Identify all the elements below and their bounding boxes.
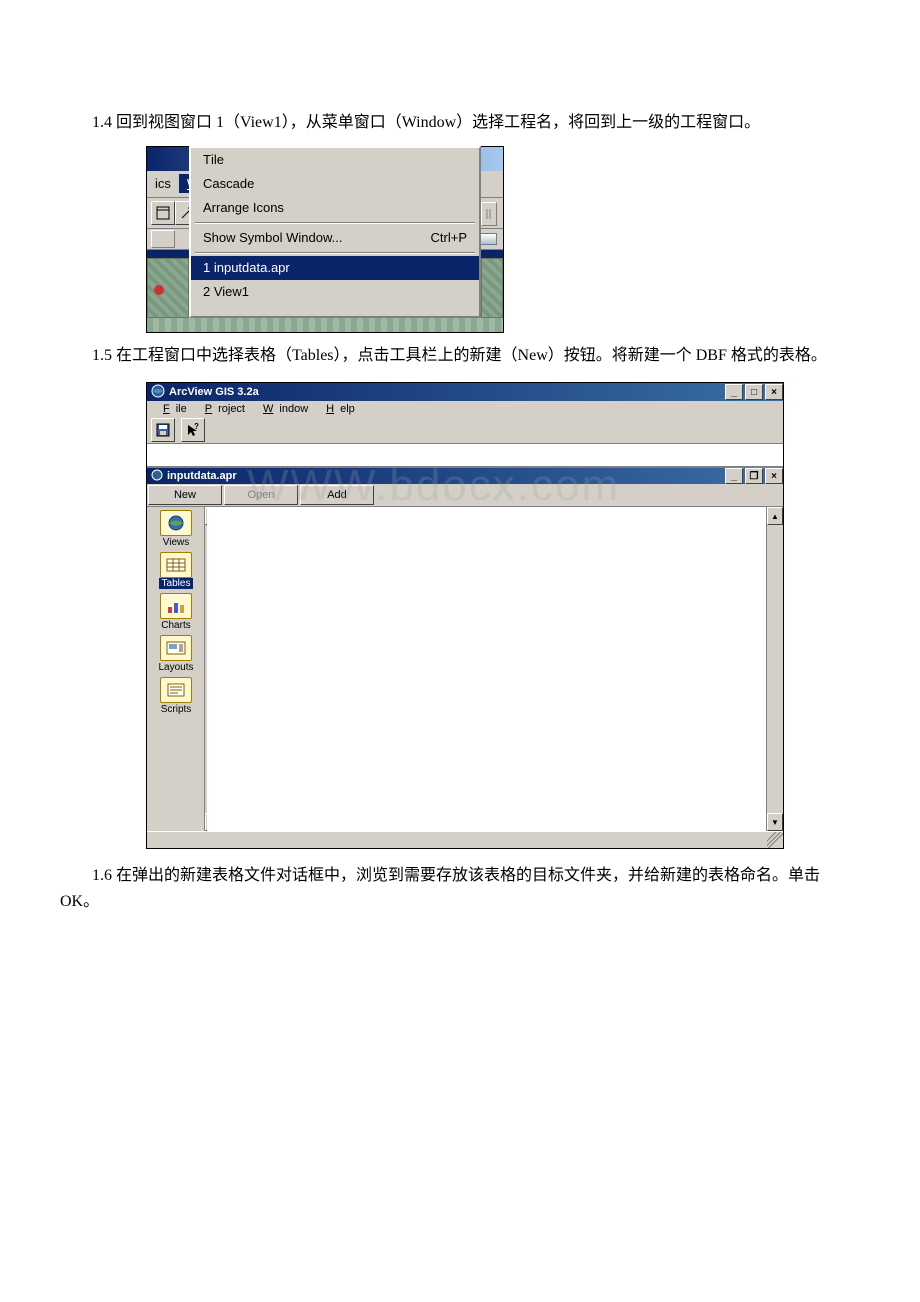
paragraph-1-6: 1.6 在弹出的新建表格文件对话框中，浏览到需要存放该表格的目标文件夹，并给新建… bbox=[60, 863, 860, 914]
project-restore-button[interactable]: ❐ bbox=[745, 468, 763, 484]
project-close-button[interactable]: × bbox=[765, 468, 783, 484]
tables-icon bbox=[160, 552, 192, 578]
scroll-up-icon[interactable]: ▲ bbox=[767, 507, 783, 525]
maximize-button[interactable]: □ bbox=[745, 384, 763, 400]
menu-file[interactable]: FileFile bbox=[151, 402, 193, 416]
menu-item-project[interactable]: 1 inputdata.apr1 inputdata.apr bbox=[191, 256, 479, 280]
toolbar-grip-icon[interactable] bbox=[481, 202, 497, 226]
project-minimize-button[interactable]: _ bbox=[725, 468, 743, 484]
add-button[interactable]: Add bbox=[300, 485, 374, 505]
sidebar-item-tables[interactable]: Tables bbox=[151, 551, 201, 590]
app-menubar: FileFile ProjectProject WindowWindow Hel… bbox=[147, 401, 783, 417]
new-button[interactable]: New bbox=[148, 485, 222, 505]
open-button[interactable]: Open bbox=[224, 485, 298, 505]
project-content-area: ▲ ▼ bbox=[207, 507, 783, 831]
menu-item-view1[interactable]: 2 View12 View1 bbox=[191, 280, 479, 304]
project-icon bbox=[151, 469, 163, 484]
project-window: inputdata.apr _ ❐ × New Open Add bbox=[147, 467, 783, 831]
toolbar-row2-button[interactable] bbox=[151, 230, 175, 248]
paragraph-1-5: 1.5 在工程窗口中选择表格（Tables），点击工具栏上的新建（New）按钮。… bbox=[60, 343, 860, 369]
scripts-icon bbox=[160, 677, 192, 703]
menu-shortcut: Ctrl+P bbox=[411, 230, 467, 245]
paragraph-1-4: 1.4 回到视图窗口 1（View1），从菜单窗口（Window）选择工程名，将… bbox=[60, 110, 860, 136]
close-button[interactable]: × bbox=[765, 384, 783, 400]
outer-titlebar: ArcView GIS 3.2a _ □ × bbox=[147, 383, 783, 401]
sidebar-label: Views bbox=[163, 536, 190, 548]
menu-item-tile[interactable]: TileTile bbox=[191, 148, 479, 172]
blank-toolbar-area bbox=[147, 444, 783, 467]
map-strip-bottom bbox=[147, 318, 503, 332]
menu-window[interactable]: WindowWindow bbox=[251, 402, 314, 416]
resize-grip-icon[interactable] bbox=[767, 832, 783, 848]
toolbar-button-1[interactable] bbox=[151, 201, 175, 225]
window-dropdown-menu: TileTile CascadeCascade Arrange IconsArr… bbox=[189, 146, 481, 318]
minimize-button[interactable]: _ bbox=[725, 384, 743, 400]
menu-help[interactable]: HelpHelp bbox=[314, 402, 361, 416]
sidebar-label: Scripts bbox=[161, 703, 192, 715]
status-bar bbox=[147, 831, 783, 848]
app-icon bbox=[151, 384, 165, 401]
map-strip-left bbox=[147, 258, 189, 318]
sidebar-item-scripts[interactable]: Scripts bbox=[151, 676, 201, 716]
menu-project[interactable]: ProjectProject bbox=[193, 402, 251, 416]
project-sidebar: Views Tables Charts bbox=[147, 507, 207, 831]
menu-item-cascade[interactable]: CascadeCascade bbox=[191, 172, 479, 196]
menu-item-arrange-icons[interactable]: Arrange IconsArrange Icons bbox=[191, 196, 479, 220]
save-button[interactable] bbox=[151, 418, 175, 442]
sidebar-label: Charts bbox=[161, 619, 190, 631]
app-title: ArcView GIS 3.2a bbox=[165, 386, 259, 398]
scroll-down-icon[interactable]: ▼ bbox=[767, 813, 783, 831]
menubar-fragment: ics bbox=[155, 176, 171, 191]
project-button-row: New Open Add bbox=[147, 484, 783, 507]
sidebar-label: Tables bbox=[159, 578, 194, 589]
figure-arcview-project: ArcView GIS 3.2a _ □ × FileFile ProjectP… bbox=[146, 382, 784, 849]
figure-window-menu: ics WWindowindow HHelpelp TileTile bbox=[146, 146, 504, 333]
charts-icon bbox=[160, 593, 192, 619]
help-pointer-button[interactable]: ? bbox=[181, 418, 205, 442]
views-icon bbox=[160, 510, 192, 536]
sidebar-item-charts[interactable]: Charts bbox=[151, 592, 201, 632]
sidebar-item-layouts[interactable]: Layouts bbox=[151, 634, 201, 674]
project-title: inputdata.apr bbox=[163, 470, 237, 482]
sidebar-item-views[interactable]: Views bbox=[151, 509, 201, 549]
content-scrollbar[interactable]: ▲ ▼ bbox=[766, 507, 783, 831]
app-toolbar: ? bbox=[147, 417, 783, 444]
sidebar-label: Layouts bbox=[158, 661, 193, 673]
svg-text:?: ? bbox=[194, 423, 199, 431]
layouts-icon bbox=[160, 635, 192, 661]
project-titlebar: inputdata.apr _ ❐ × bbox=[147, 468, 783, 484]
map-strip-right bbox=[481, 258, 503, 318]
menu-item-show-symbol-window[interactable]: Show Symbol Window... Ctrl+P bbox=[191, 226, 479, 250]
